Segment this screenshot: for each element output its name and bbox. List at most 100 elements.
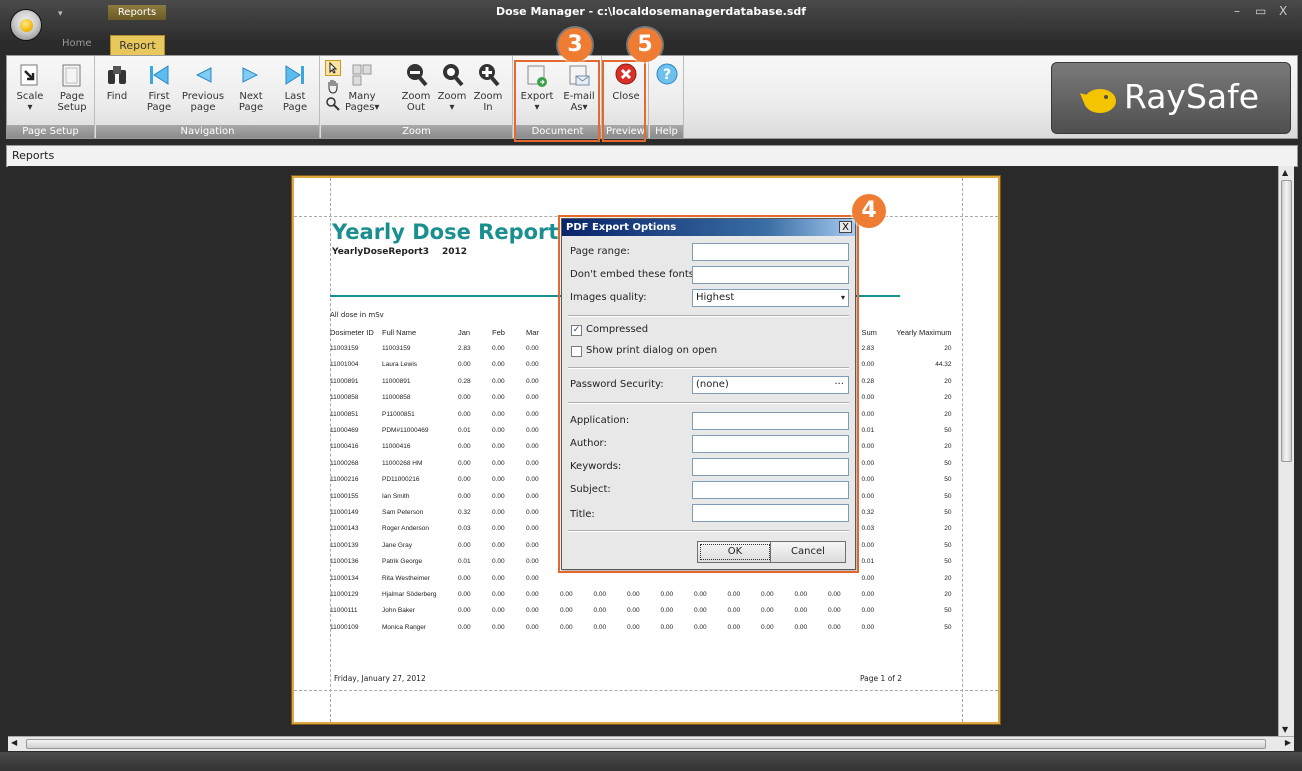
table-cell: 0.00 (492, 558, 505, 566)
table-cell: 11000416 (382, 443, 411, 451)
table-cell: 0.00 (627, 607, 640, 615)
svg-text:?: ? (663, 67, 671, 83)
table-cell: 11000129 (330, 590, 359, 598)
reports-panel-header: Reports (6, 145, 1298, 167)
help-icon: ? (656, 63, 678, 85)
table-cell: 0.00 (526, 574, 539, 582)
table-cell: 0.00 (861, 459, 875, 467)
table-cell: 0.00 (526, 377, 539, 385)
table-cell: 0.00 (828, 590, 841, 598)
table-cell: 11000155 (330, 492, 359, 500)
pointer-tool-icon[interactable] (325, 60, 341, 76)
scroll-up-icon[interactable]: ▲ (1282, 168, 1288, 177)
zoom-in-button[interactable]: Zoom In (473, 62, 503, 113)
table-cell: 0.00 (861, 590, 875, 598)
minimize-button[interactable]: – (1234, 4, 1240, 18)
table-cell: 0.00 (861, 410, 875, 418)
previous-page-button[interactable]: Previous page (180, 62, 226, 113)
horizontal-scrollbar[interactable]: ◀ ▶ (8, 736, 1294, 751)
table-cell: 50 (944, 508, 952, 516)
table-cell: Sam Peterson (382, 508, 424, 516)
table-cell: 0.00 (861, 623, 875, 631)
table-cell: 0.00 (492, 574, 505, 582)
find-button[interactable]: Find (102, 62, 132, 102)
table-cell: 0.00 (694, 623, 707, 631)
report-subtitle: YearlyDoseReport3 (332, 247, 430, 257)
tab-report[interactable]: Report (110, 35, 165, 57)
table-cell: 11000111 (330, 607, 358, 615)
last-page-button[interactable]: Last Page (280, 62, 310, 113)
table-cell: 0.00 (727, 607, 741, 615)
column-header: Dosimeter ID (330, 327, 374, 337)
scroll-right-icon[interactable]: ▶ (1285, 738, 1291, 747)
horizontal-scroll-thumb[interactable] (26, 739, 1266, 749)
report-year: 2012 (442, 247, 468, 257)
table-cell: 0.00 (727, 590, 741, 598)
raysafe-logo: RaySafe (1051, 62, 1291, 134)
scroll-down-icon[interactable]: ▼ (1282, 725, 1288, 734)
table-cell: 0.00 (794, 607, 808, 615)
table-cell: 0.00 (526, 525, 539, 533)
table-cell: 0.00 (492, 361, 505, 369)
table-cell: 0.00 (458, 394, 471, 402)
page-setup-button[interactable]: Page Setup (55, 62, 89, 113)
table-cell: 11000139 (330, 541, 359, 549)
hidden-columns: 0.00 0.00 0.00 0.00 0.00 0.00 0.00 0.00 0.00 (560, 586, 862, 602)
hidden-columns: 0.00 0.00 0.00 0.00 0.00 0.00 0.00 0.00 0.00 (560, 603, 862, 619)
table-cell: 0.00 (492, 427, 505, 435)
table-cell: 11000858 (382, 394, 411, 402)
table-cell: 0.00 (861, 541, 875, 549)
table-cell: 50 (944, 427, 952, 435)
table-cell: 0.00 (458, 574, 471, 582)
column-header: Full Name (382, 327, 417, 337)
table-cell: 0.01 (861, 558, 875, 566)
table-cell: 0.00 (526, 541, 539, 549)
table-cell: 0.00 (458, 541, 471, 549)
table-cell: 0.28 (861, 377, 875, 385)
tab-home[interactable]: Home (62, 38, 92, 49)
report-title: Yearly Dose Report (332, 220, 559, 244)
zoom-button[interactable]: Zoom ▾ (437, 62, 467, 113)
first-page-icon (150, 65, 169, 85)
dropdown-arrow-icon: ▾ (27, 102, 33, 113)
close-window-button[interactable]: X (1279, 4, 1287, 18)
first-page-button[interactable]: First Page (144, 62, 174, 113)
margin-guide (962, 178, 963, 722)
vertical-scroll-thumb[interactable] (1281, 180, 1292, 462)
scale-button[interactable]: Scale ▾ (15, 62, 45, 113)
group-label-navigation: Navigation (96, 125, 319, 138)
table-cell: 0.00 (627, 590, 640, 598)
table-cell: 11000149 (330, 508, 359, 516)
table-cell: 0.00 (660, 623, 674, 631)
magnifier-tool-icon[interactable] (325, 96, 341, 112)
table-cell: 50 (944, 558, 952, 566)
table-cell: 50 (944, 541, 952, 549)
dose-unit-note: All dose in mSv (330, 311, 384, 319)
table-cell: 20 (944, 574, 952, 582)
next-page-button[interactable]: Next Page (236, 62, 266, 113)
table-cell: 0.00 (526, 492, 539, 500)
hand-tool-icon[interactable] (325, 78, 341, 94)
group-label-page-setup: Page Setup (7, 125, 94, 138)
table-cell: 0.00 (861, 443, 875, 451)
callout-highlight-export (514, 60, 600, 142)
table-cell: 0.00 (727, 623, 741, 631)
table-cell: 0.00 (526, 427, 539, 435)
table-cell: 0.00 (492, 443, 505, 451)
table-cell: 0.00 (526, 345, 539, 353)
vertical-scrollbar[interactable]: ▲ ▼ (1278, 166, 1294, 736)
table-cell: 0.00 (492, 410, 505, 418)
column-header: Jan (458, 327, 471, 337)
maximize-button[interactable]: ▭ (1255, 4, 1266, 18)
scroll-left-icon[interactable]: ◀ (11, 738, 17, 747)
help-button[interactable]: ? (654, 62, 680, 91)
dropdown-arrow-icon: ▾ (449, 102, 455, 113)
table-cell: 0.00 (694, 590, 707, 598)
table-cell: 20 (944, 443, 952, 451)
last-page-icon (285, 65, 304, 85)
table-cell: 0.03 (458, 525, 471, 533)
table-cell: 0.00 (492, 623, 505, 631)
many-pages-button[interactable]: Many Pages▾ (345, 62, 379, 113)
zoom-out-button[interactable]: Zoom Out (401, 62, 431, 113)
table-cell: 0.32 (458, 508, 471, 516)
